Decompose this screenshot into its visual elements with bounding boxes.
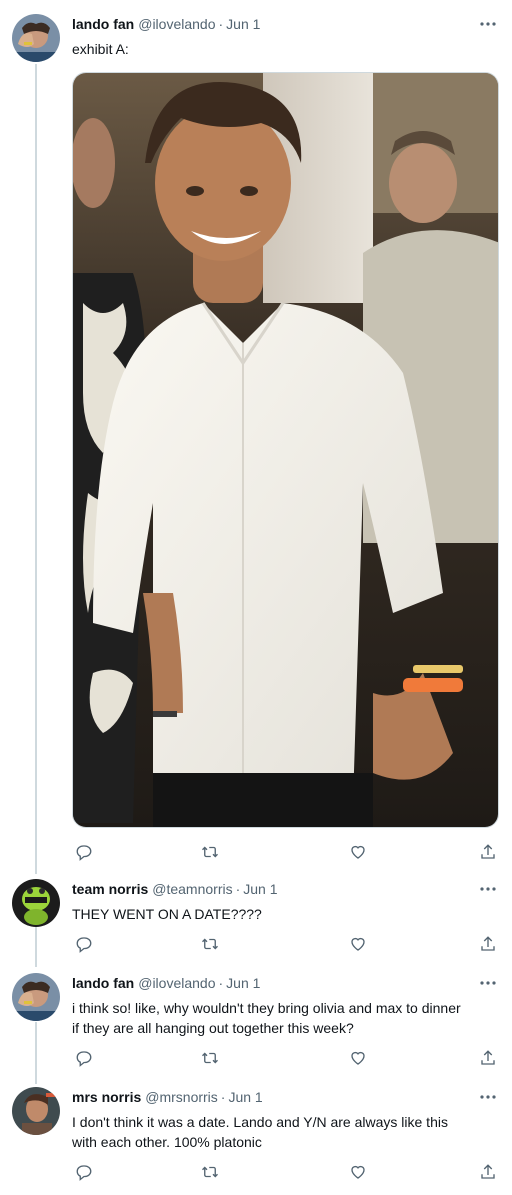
- avatar[interactable]: [12, 973, 60, 1021]
- display-name[interactable]: team norris: [72, 881, 148, 897]
- display-name[interactable]: mrs norris: [72, 1089, 141, 1105]
- tweet-header: team norris @teamnorris · Jun 1: [72, 879, 278, 899]
- tweet[interactable]: lando fan @ilovelando · Jun 1 i think so…: [0, 973, 512, 1073]
- avatar[interactable]: [12, 879, 60, 927]
- share-icon[interactable]: [476, 840, 500, 864]
- tweet-header: lando fan @ilovelando · Jun 1: [72, 973, 260, 993]
- tweet-text-line: if they are all hanging out together thi…: [72, 1020, 354, 1036]
- tweet-actions: [72, 932, 498, 956]
- timestamp[interactable]: Jun 1: [228, 1089, 262, 1105]
- display-name[interactable]: lando fan: [72, 16, 134, 32]
- tweet-actions: [72, 1046, 498, 1070]
- retweet-icon[interactable]: [198, 932, 222, 956]
- display-name[interactable]: lando fan: [72, 975, 134, 991]
- tweet-text: exhibit A:: [72, 39, 497, 59]
- share-icon[interactable]: [476, 1160, 500, 1184]
- reply-icon[interactable]: [72, 840, 96, 864]
- timestamp[interactable]: Jun 1: [243, 881, 277, 897]
- tweet-header: lando fan @ilovelando · Jun 1: [72, 14, 260, 34]
- retweet-icon[interactable]: [198, 1160, 222, 1184]
- more-options-icon[interactable]: [478, 973, 498, 993]
- user-handle[interactable]: @teamnorris: [152, 881, 232, 897]
- separator: ·: [218, 16, 224, 32]
- tweet[interactable]: lando fan @ilovelando · Jun 1 exhibit A:: [0, 14, 512, 864]
- tweet-text-line: exhibit A:: [72, 41, 129, 57]
- retweet-icon[interactable]: [198, 1046, 222, 1070]
- tweet-text: i think so! like, why wouldn't they brin…: [72, 998, 497, 1038]
- user-handle[interactable]: @mrsnorris: [145, 1089, 218, 1105]
- reply-icon[interactable]: [72, 1160, 96, 1184]
- tweet-actions: [72, 1160, 498, 1184]
- more-options-icon[interactable]: [478, 1087, 498, 1107]
- user-handle[interactable]: @ilovelando: [138, 975, 215, 991]
- more-options-icon[interactable]: [478, 879, 498, 899]
- like-icon[interactable]: [346, 932, 370, 956]
- timestamp[interactable]: Jun 1: [226, 16, 260, 32]
- tweet-text: I don't think it was a date. Lando and Y…: [72, 1112, 497, 1152]
- tweet[interactable]: mrs norris @mrsnorris · Jun 1 I don't th…: [0, 1087, 512, 1187]
- share-icon[interactable]: [476, 1046, 500, 1070]
- separator: ·: [220, 1089, 226, 1105]
- timestamp[interactable]: Jun 1: [226, 975, 260, 991]
- like-icon[interactable]: [346, 1046, 370, 1070]
- retweet-icon[interactable]: [198, 840, 222, 864]
- like-icon[interactable]: [346, 1160, 370, 1184]
- photo-image: [73, 73, 498, 827]
- like-icon[interactable]: [346, 840, 370, 864]
- avatar[interactable]: [12, 1087, 60, 1135]
- more-options-icon[interactable]: [478, 14, 498, 34]
- share-icon[interactable]: [476, 932, 500, 956]
- tweet-photo[interactable]: [72, 72, 499, 828]
- tweet-actions: [72, 840, 498, 864]
- tweet-text-line: THEY WENT ON A DATE????: [72, 906, 262, 922]
- tweet-header: mrs norris @mrsnorris · Jun 1: [72, 1087, 263, 1107]
- user-handle[interactable]: @ilovelando: [138, 16, 215, 32]
- tweet-text-line: with each other. 100% platonic: [72, 1134, 262, 1150]
- tweet-text: THEY WENT ON A DATE????: [72, 904, 497, 924]
- tweet[interactable]: team norris @teamnorris · Jun 1 THEY WEN…: [0, 879, 512, 959]
- reply-icon[interactable]: [72, 1046, 96, 1070]
- separator: ·: [218, 975, 224, 991]
- tweet-text-line: i think so! like, why wouldn't they brin…: [72, 1000, 461, 1016]
- avatar[interactable]: [12, 14, 60, 62]
- tweet-text-line: I don't think it was a date. Lando and Y…: [72, 1114, 448, 1130]
- separator: ·: [235, 881, 241, 897]
- reply-icon[interactable]: [72, 932, 96, 956]
